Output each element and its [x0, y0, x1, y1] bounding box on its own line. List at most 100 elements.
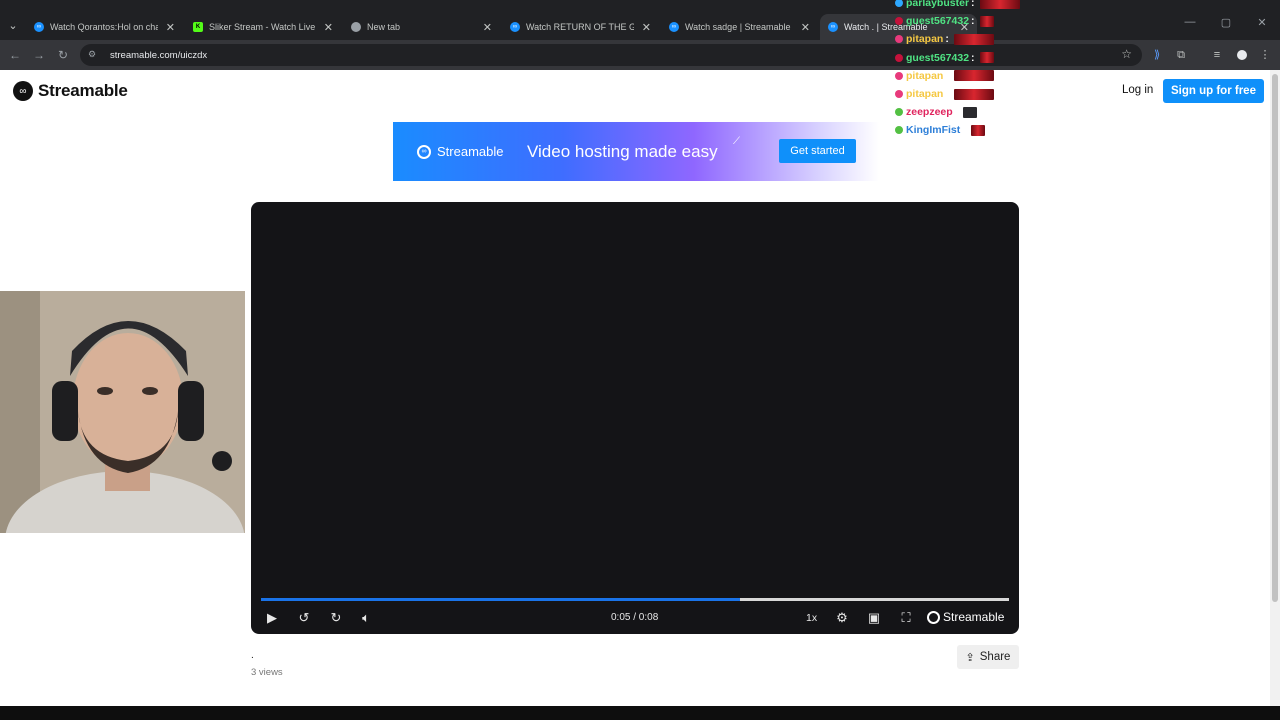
back-icon[interactable]: ← [6, 46, 24, 64]
chat-separator: : [971, 51, 975, 64]
streamable-logo[interactable]: ∞ Streamable [13, 81, 128, 101]
chat-separator: : [945, 88, 949, 101]
streamable-logo-icon: ∞ [13, 81, 33, 101]
tab-title: New tab [367, 22, 401, 32]
picture-in-picture-icon[interactable]: ▣ [865, 608, 883, 628]
view-count: 3 views [251, 667, 283, 678]
time-display: 0:05 / 0:08 [611, 612, 659, 623]
progress-bar[interactable] [261, 598, 1009, 601]
chat-message: parlaybuster: [895, 0, 1045, 12]
chat-message: pitapan: [895, 85, 1045, 103]
profile-avatar[interactable] [1234, 47, 1250, 63]
chat-emote-image [979, 15, 994, 27]
play-icon[interactable]: ▶ [263, 608, 281, 628]
volume-icon[interactable]: 🔈︎ [357, 608, 375, 628]
chat-separator: : [971, 0, 975, 10]
url-text[interactable]: streamable.com/uiczdx [110, 50, 207, 61]
minimize-icon[interactable]: — [1172, 16, 1208, 29]
browser-tab[interactable]: ∞ Watch sadge | Streamable ✕ [661, 14, 818, 40]
extensions-puzzle-icon[interactable]: ⧉ [1173, 47, 1189, 63]
chat-username: pitapan [906, 88, 944, 101]
chat-badge-icon [895, 53, 903, 62]
video-player[interactable]: ▶ ↺ ↻ 🔈︎ 0:05 / 0:08 1x ⚙ ▣ ⛶ Streamable [251, 202, 1019, 634]
chat-message: guest567432: [895, 49, 1045, 67]
player-brand[interactable]: Streamable [927, 610, 1004, 624]
settings-gear-icon[interactable]: ⚙ [833, 608, 851, 628]
browser-tab-bar: ⌄ ∞ Watch Qorantos:Hol on chat m ✕ K Sli… [0, 0, 1280, 40]
close-window-icon[interactable]: ✕ [1244, 16, 1280, 29]
page-scrollbar[interactable] [1270, 70, 1280, 706]
share-label: Share [979, 651, 1011, 663]
browser-menu-icon[interactable]: ⋮ [1257, 47, 1273, 63]
scrollbar-thumb[interactable] [1272, 74, 1278, 602]
chat-emote-image [953, 70, 994, 82]
chat-message: zeepzeep: [895, 103, 1045, 121]
close-icon[interactable]: ✕ [483, 21, 492, 34]
forward-skip-icon[interactable]: ↻ [327, 608, 345, 628]
chat-badge-icon [895, 71, 903, 80]
streamable-icon: ∞ [828, 22, 838, 32]
playback-speed[interactable]: 1x [806, 612, 817, 624]
chat-message: pitapan: [895, 30, 1045, 48]
banner-logo: ∞ Streamable [417, 144, 503, 159]
chat-separator: : [945, 33, 949, 46]
chat-separator: : [971, 15, 975, 28]
close-icon[interactable]: ✕ [642, 21, 651, 34]
chat-username: pitapan [906, 69, 944, 82]
chat-emote-image [953, 33, 994, 45]
video-title: . [251, 650, 254, 661]
logo-text: Streamable [38, 81, 128, 100]
streamable-icon: ∞ [510, 22, 520, 32]
share-button[interactable]: ⇪ Share [957, 645, 1019, 669]
close-icon[interactable]: ✕ [166, 21, 175, 34]
media-control-icon[interactable]: ≡ [1209, 47, 1225, 63]
player-brand-text: Streamable [943, 610, 1005, 624]
forward-icon[interactable]: → [30, 46, 48, 64]
chat-username: guest567432 [906, 15, 970, 28]
get-started-button[interactable]: Get started [779, 139, 856, 163]
chat-emote-image [963, 106, 978, 118]
chat-separator: : [962, 124, 966, 137]
streamer-webcam-image [0, 291, 245, 533]
close-icon[interactable]: ✕ [801, 21, 810, 34]
bookmark-star-icon[interactable]: ☆ [1121, 47, 1132, 61]
tab-title: Sliker Stream - Watch Live on K [209, 22, 316, 32]
chat-overlay: parlaybuster: guest567432: pitapan: guest56… [895, 0, 1045, 140]
chat-badge-icon [895, 35, 903, 44]
progress-fill [261, 598, 740, 601]
fullscreen-icon[interactable]: ⛶ [897, 608, 915, 628]
signup-button[interactable]: Sign up for free [1163, 79, 1264, 103]
chat-emote-image [979, 0, 1020, 9]
tab-search-icon[interactable]: ⌄ [4, 17, 22, 35]
tab-title: Watch Qorantos:Hol on chat m [50, 22, 158, 32]
chat-badge-icon [895, 126, 903, 135]
window-controls: — ▢ ✕ [1172, 16, 1280, 29]
streamable-icon: ∞ [34, 22, 44, 32]
browser-tab[interactable]: K Sliker Stream - Watch Live on K ✕ [185, 14, 341, 40]
chat-badge-icon [895, 17, 903, 26]
browser-toolbar: ← → ↻ ⚙ streamable.com/uiczdx ☆ ⟫ ⧉ ≡ ⋮ [0, 40, 1280, 70]
chat-emote-image [953, 88, 994, 100]
login-link[interactable]: Log in [1122, 84, 1153, 96]
chat-message: pitapan: [895, 67, 1045, 85]
reload-icon[interactable]: ↻ [54, 46, 72, 64]
tab-title: Watch RETURN OF THE GOAT [526, 22, 634, 32]
rewind-icon[interactable]: ↺ [295, 608, 313, 628]
streamable-logo-icon [927, 610, 940, 624]
browser-tab[interactable]: ∞ Watch Qorantos:Hol on chat m ✕ [26, 14, 183, 40]
close-icon[interactable]: ✕ [324, 21, 333, 34]
browser-tab[interactable]: New tab ✕ [343, 14, 500, 40]
site-info-icon[interactable]: ⚙ [88, 49, 100, 61]
chat-username: KingImFist [906, 124, 961, 137]
share-icon: ⇪ [965, 651, 975, 664]
promo-banner[interactable]: ∞ Streamable Video hosting made easy ⟋ G… [393, 122, 879, 181]
chat-emote-image [970, 124, 985, 136]
extension-icon[interactable]: ⟫ [1149, 47, 1165, 63]
chat-badge-icon [895, 108, 903, 117]
maximize-icon[interactable]: ▢ [1208, 16, 1244, 29]
chat-message: guest567432: [895, 12, 1045, 30]
chat-separator: : [954, 106, 959, 119]
browser-tab[interactable]: ∞ Watch RETURN OF THE GOAT ✕ [502, 14, 659, 40]
chat-username: pitapan [906, 33, 944, 46]
taskbar-strip [0, 706, 1280, 720]
